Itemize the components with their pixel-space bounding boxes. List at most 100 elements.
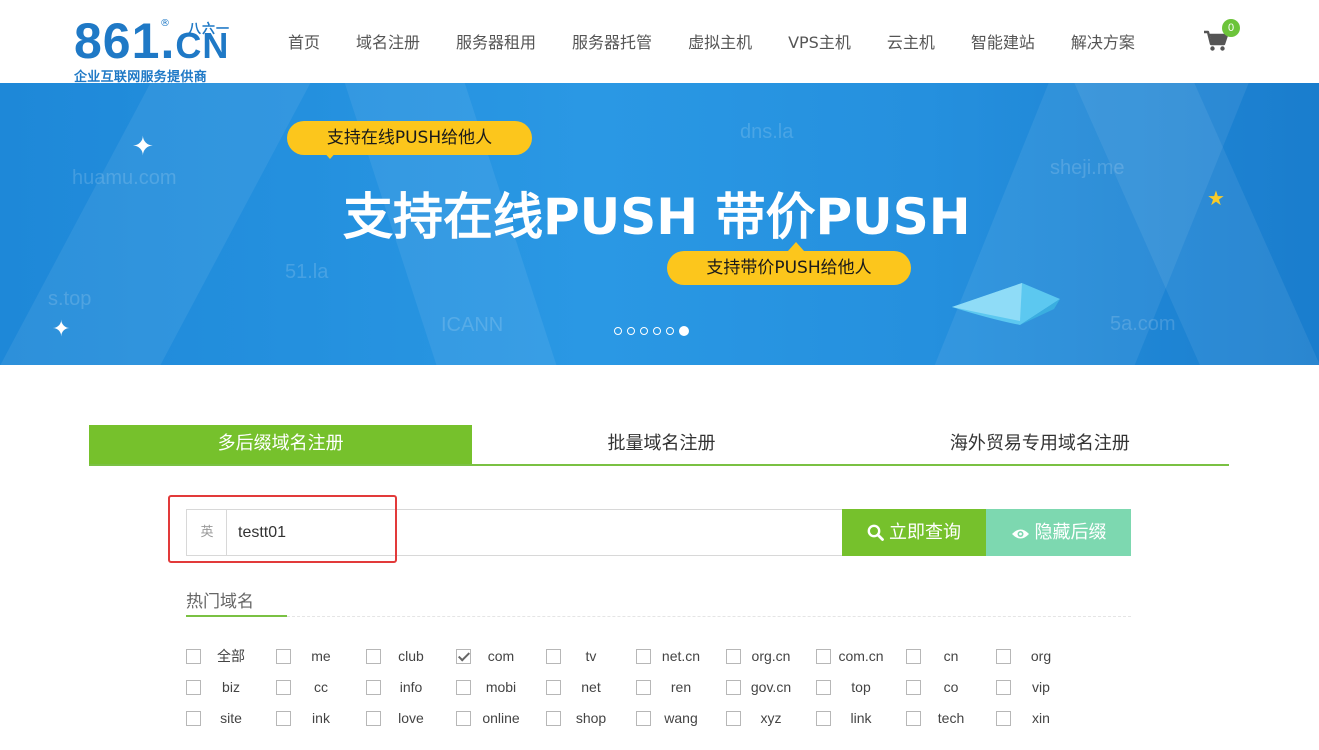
nav-item-vps[interactable]: VPS主机 [788, 32, 851, 54]
checkbox[interactable] [276, 710, 291, 726]
suffix-checkbox[interactable]: shop [546, 708, 636, 728]
suffix-checkbox[interactable]: club [366, 646, 456, 666]
checkbox[interactable] [726, 648, 741, 664]
checkbox[interactable] [186, 679, 201, 695]
sparkle-icon: ✦ [52, 317, 71, 342]
checkbox[interactable] [186, 648, 201, 664]
carousel-dot-active[interactable] [679, 326, 689, 336]
suffix-label: me [311, 648, 331, 664]
checkbox[interactable] [456, 679, 471, 695]
hot-domains-title: 热门域名 [186, 592, 254, 612]
suffix-label: mobi [485, 679, 517, 695]
suffix-checkbox[interactable]: ren [636, 677, 726, 697]
search-button[interactable]: 立即查询 [842, 509, 986, 556]
watermark: ICANN [441, 314, 504, 336]
checkbox[interactable] [816, 648, 831, 664]
checkbox[interactable] [906, 710, 921, 726]
tab-multi-suffix[interactable]: 多后缀域名注册 [89, 425, 473, 464]
nav-item-virtual-host[interactable]: 虚拟主机 [688, 32, 752, 54]
carousel-dot[interactable] [666, 327, 674, 335]
suffix-label: gov.cn [750, 679, 792, 695]
checkbox[interactable] [636, 648, 651, 664]
suffix-label: ren [670, 679, 692, 695]
tab-bulk[interactable]: 批量域名注册 [472, 425, 850, 464]
checkbox[interactable] [636, 679, 651, 695]
carousel-dot[interactable] [627, 327, 635, 335]
suffix-checkbox[interactable]: cc [276, 677, 366, 697]
suffix-checkbox[interactable]: xin [996, 708, 1086, 728]
carousel-dot[interactable] [653, 327, 661, 335]
hide-suffix-button[interactable]: 隐藏后缀 [986, 509, 1131, 556]
suffix-label: club [398, 648, 424, 664]
suffix-label: love [398, 710, 424, 726]
suffix-checkbox[interactable]: tech [906, 708, 996, 728]
checkbox[interactable] [456, 710, 471, 726]
checkbox[interactable] [546, 710, 561, 726]
register-tabs: 多后缀域名注册 批量域名注册 海外贸易专用域名注册 [89, 425, 1229, 466]
tab-overseas-trade[interactable]: 海外贸易专用域名注册 [851, 425, 1229, 464]
suffix-checkbox[interactable]: mobi [456, 677, 546, 697]
checkbox[interactable] [816, 710, 831, 726]
suffix-label: com [487, 648, 515, 664]
checkbox[interactable] [996, 648, 1011, 664]
checkbox[interactable] [906, 679, 921, 695]
checkbox[interactable] [996, 679, 1011, 695]
suffix-checkbox[interactable]: xyz [726, 708, 816, 728]
checkbox[interactable] [546, 679, 561, 695]
suffix-label: com.cn [838, 648, 884, 664]
checkbox[interactable] [726, 710, 741, 726]
nav-item-solutions[interactable]: 解决方案 [1071, 32, 1135, 54]
checkbox[interactable] [276, 648, 291, 664]
suffix-checkbox[interactable]: cn [906, 646, 996, 666]
nav-item-domain[interactable]: 域名注册 [356, 32, 420, 54]
checkbox[interactable] [996, 710, 1011, 726]
suffix-checkbox[interactable]: com.cn [816, 646, 906, 666]
checkbox[interactable] [636, 710, 651, 726]
promo-banner[interactable]: huamu.com dns.la sheji.me 51.la s.top IC… [0, 83, 1319, 365]
checkbox[interactable] [366, 710, 381, 726]
search-icon [867, 512, 884, 559]
light-beam [0, 83, 332, 365]
checkbox[interactable] [816, 679, 831, 695]
suffix-checkbox[interactable]: org [996, 646, 1086, 666]
suffix-checkbox[interactable]: org.cn [726, 646, 816, 666]
logo[interactable]: 861.CN ® 八六一 企业互联网服务提供商 [74, 14, 244, 85]
checkbox[interactable] [366, 648, 381, 664]
suffix-checkbox[interactable]: gov.cn [726, 677, 816, 697]
suffix-checkbox[interactable]: wang [636, 708, 726, 728]
nav-item-server-hosting[interactable]: 服务器托管 [572, 32, 652, 54]
suffix-checkbox[interactable]: info [366, 677, 456, 697]
checkbox[interactable] [726, 679, 741, 695]
nav-item-cloud[interactable]: 云主机 [887, 32, 935, 54]
suffix-checkbox[interactable]: online [456, 708, 546, 728]
checkbox-checked[interactable] [456, 648, 471, 664]
nav-item-site-builder[interactable]: 智能建站 [971, 32, 1035, 54]
suffix-checkbox[interactable]: love [366, 708, 456, 728]
suffix-label: wang [664, 710, 698, 726]
nav-item-server-rental[interactable]: 服务器租用 [456, 32, 536, 54]
divider [287, 616, 1131, 617]
watermark: 51.la [285, 261, 329, 283]
suffix-checkbox[interactable]: net.cn [636, 646, 726, 666]
suffix-checkbox[interactable]: net [546, 677, 636, 697]
checkbox[interactable] [366, 679, 381, 695]
suffix-checkbox[interactable]: 全部 [186, 646, 276, 666]
suffix-checkbox[interactable]: biz [186, 677, 276, 697]
checkbox[interactable] [906, 648, 921, 664]
suffix-checkbox[interactable]: ink [276, 708, 366, 728]
carousel-dot[interactable] [614, 327, 622, 335]
suffix-checkbox[interactable]: link [816, 708, 906, 728]
checkbox[interactable] [186, 710, 201, 726]
suffix-checkbox[interactable]: com [456, 646, 546, 666]
checkbox[interactable] [276, 679, 291, 695]
nav-item-home[interactable]: 首页 [288, 32, 320, 54]
suffix-checkbox[interactable]: vip [996, 677, 1086, 697]
suffix-checkbox[interactable]: site [186, 708, 276, 728]
checkbox[interactable] [546, 648, 561, 664]
carousel-dot[interactable] [640, 327, 648, 335]
suffix-checkbox[interactable]: co [906, 677, 996, 697]
suffix-checkbox[interactable]: top [816, 677, 906, 697]
suffix-label: cn [943, 648, 959, 664]
suffix-checkbox[interactable]: tv [546, 646, 636, 666]
suffix-checkbox[interactable]: me [276, 646, 366, 666]
